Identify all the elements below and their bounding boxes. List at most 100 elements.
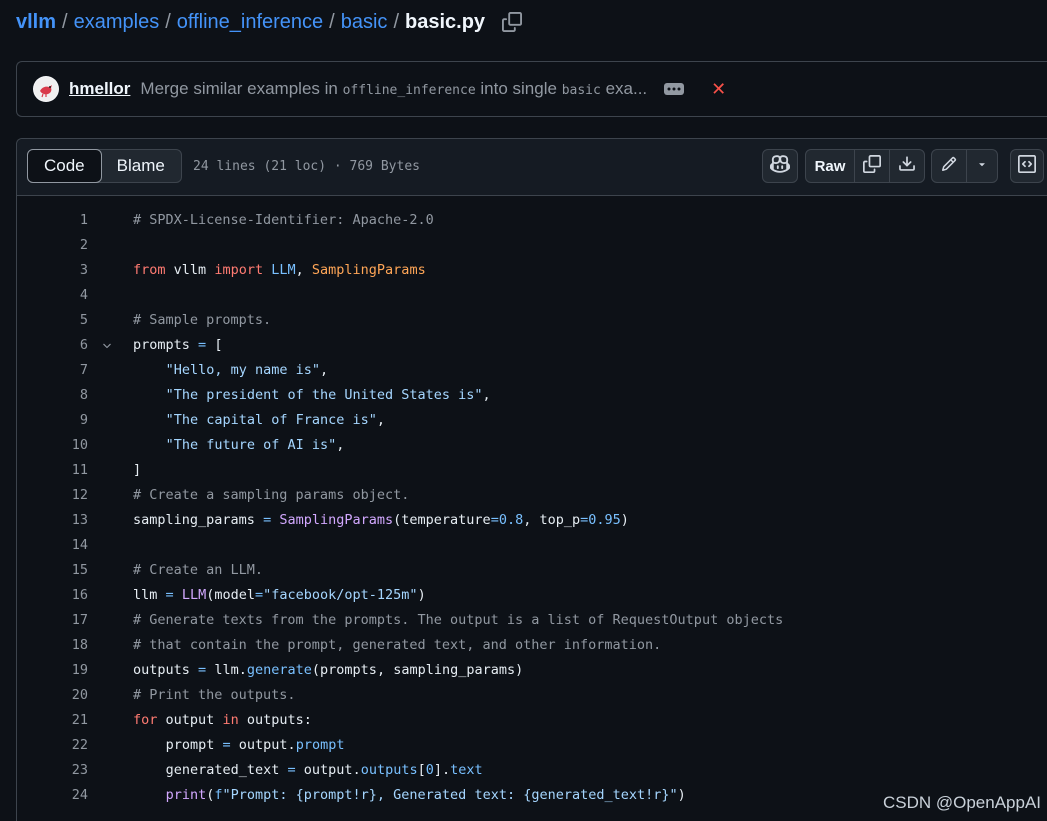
code-text: # Print the outputs. bbox=[133, 687, 296, 703]
commit-message-code: basic bbox=[561, 83, 601, 98]
line-number[interactable]: 14 bbox=[17, 533, 88, 558]
code-line: 4 bbox=[17, 283, 1047, 308]
code-text: generated_text = output.outputs[0].text bbox=[165, 762, 483, 778]
edit-group bbox=[931, 149, 998, 183]
code-line: 22 prompt = output.prompt bbox=[17, 733, 1047, 758]
download-button[interactable] bbox=[890, 150, 924, 182]
code-line: 7 "Hello, my name is", bbox=[17, 358, 1047, 383]
code-line: 17 # Generate texts from the prompts. The… bbox=[17, 608, 1047, 633]
code-text: from vllm import LLM, SamplingParams bbox=[133, 262, 426, 278]
breadcrumb-basic-link[interactable]: basic bbox=[341, 11, 388, 34]
copy-icon bbox=[863, 154, 881, 178]
code-text: "The president of the United States is", bbox=[165, 387, 491, 403]
copilot-button[interactable] bbox=[762, 149, 798, 183]
code-text: "The capital of France is", bbox=[165, 412, 386, 428]
edit-options-dropdown[interactable] bbox=[967, 150, 997, 182]
line-number[interactable]: 11 bbox=[17, 458, 88, 483]
line-number[interactable]: 6 bbox=[17, 333, 88, 358]
line-number[interactable]: 20 bbox=[17, 683, 88, 708]
commit-message[interactable]: Merge similar examples in offline_infere… bbox=[140, 79, 647, 99]
commit-message-code: offline_inference bbox=[342, 83, 476, 98]
code-text: "Hello, my name is", bbox=[165, 362, 329, 378]
commit-author-link[interactable]: hmellor bbox=[69, 79, 130, 99]
copy-raw-button[interactable] bbox=[855, 150, 890, 182]
file-header: Code Blame 24 lines (21 loc) · 769 Bytes… bbox=[17, 139, 1047, 196]
line-number[interactable]: 3 bbox=[17, 258, 88, 283]
code-text: llm = LLM(model="facebook/opt-125m") bbox=[133, 587, 426, 603]
tab-code[interactable]: Code bbox=[27, 149, 102, 183]
line-number[interactable]: 8 bbox=[17, 383, 88, 408]
line-number[interactable]: 19 bbox=[17, 658, 88, 683]
line-number[interactable]: 22 bbox=[17, 733, 88, 758]
code-text: # that contain the prompt, generated tex… bbox=[133, 637, 662, 653]
line-number[interactable]: 16 bbox=[17, 583, 88, 608]
code-line: 12 # Create a sampling params object. bbox=[17, 483, 1047, 508]
view-mode-toggle: Code Blame bbox=[27, 149, 182, 183]
latest-commit-box: hmellor Merge similar examples in offlin… bbox=[16, 61, 1047, 117]
line-number[interactable]: 21 bbox=[17, 708, 88, 733]
breadcrumb-separator: / bbox=[393, 10, 399, 33]
line-number[interactable]: 7 bbox=[17, 358, 88, 383]
code-line: 1 # SPDX-License-Identifier: Apache-2.0 bbox=[17, 208, 1047, 233]
code-line: 10 "The future of AI is", bbox=[17, 433, 1047, 458]
breadcrumb-separator: / bbox=[329, 10, 335, 33]
line-number[interactable]: 5 bbox=[17, 308, 88, 333]
code-text: # Create an LLM. bbox=[133, 562, 264, 578]
line-number[interactable]: 17 bbox=[17, 608, 88, 633]
avatar[interactable] bbox=[33, 76, 59, 102]
code-text: sampling_params = SamplingParams(tempera… bbox=[133, 512, 629, 528]
code-line: 3 from vllm import LLM, SamplingParams bbox=[17, 258, 1047, 283]
pencil-icon bbox=[941, 156, 957, 177]
breadcrumb-separator: / bbox=[165, 10, 171, 33]
expand-commit-message-button[interactable] bbox=[663, 82, 685, 96]
code-view[interactable]: 1 # SPDX-License-Identifier: Apache-2.0 2 3… bbox=[17, 208, 1047, 808]
triangle-down-icon bbox=[976, 157, 988, 175]
code-text: prompts = [ bbox=[133, 337, 223, 353]
code-line: 21 for output in outputs: bbox=[17, 708, 1047, 733]
chevron-down-icon[interactable] bbox=[101, 333, 115, 358]
raw-button[interactable]: Raw bbox=[806, 150, 855, 182]
code-text: prompt = output.prompt bbox=[165, 737, 345, 753]
code-line: 15 # Create an LLM. bbox=[17, 558, 1047, 583]
breadcrumb-examples-link[interactable]: examples bbox=[74, 11, 160, 34]
code-line: 9 "The capital of France is", bbox=[17, 408, 1047, 433]
line-number[interactable]: 23 bbox=[17, 758, 88, 783]
download-icon bbox=[898, 155, 916, 178]
code-line: 16 llm = LLM(model="facebook/opt-125m") bbox=[17, 583, 1047, 608]
code-line: 23 generated_text = output.outputs[0].te… bbox=[17, 758, 1047, 783]
code-text: print(f"Prompt: {prompt!r}, Generated te… bbox=[165, 787, 686, 803]
code-line: 19 outputs = llm.generate(prompts, sampli… bbox=[17, 658, 1047, 683]
edit-file-button[interactable] bbox=[932, 150, 967, 182]
line-number[interactable]: 9 bbox=[17, 408, 88, 433]
breadcrumb-repo-link[interactable]: vllm bbox=[16, 11, 56, 34]
code-text: for output in outputs: bbox=[133, 712, 312, 728]
line-number[interactable]: 12 bbox=[17, 483, 88, 508]
line-number[interactable]: 2 bbox=[17, 233, 88, 258]
line-number[interactable]: 15 bbox=[17, 558, 88, 583]
line-number[interactable]: 24 bbox=[17, 783, 88, 808]
line-number[interactable]: 18 bbox=[17, 633, 88, 658]
line-number[interactable]: 4 bbox=[17, 283, 88, 308]
code-text: # SPDX-License-Identifier: Apache-2.0 bbox=[133, 212, 434, 228]
raw-copy-download-group: Raw bbox=[805, 149, 925, 183]
copy-path-icon[interactable] bbox=[501, 11, 523, 33]
tab-blame[interactable]: Blame bbox=[101, 150, 181, 182]
code-line: 2 bbox=[17, 233, 1047, 258]
commit-message-start: Merge similar examples in bbox=[140, 79, 338, 98]
line-number[interactable]: 13 bbox=[17, 508, 88, 533]
code-text: # Sample prompts. bbox=[133, 312, 272, 328]
breadcrumb-offline-inference-link[interactable]: offline_inference bbox=[177, 11, 323, 34]
failed-status-x-icon[interactable]: ✕ bbox=[711, 79, 726, 100]
code-line: 18 # that contain the prompt, generated t… bbox=[17, 633, 1047, 658]
symbols-panel-button[interactable] bbox=[1010, 149, 1044, 183]
watermark: CSDN @OpenAppAI bbox=[882, 793, 1041, 812]
code-text: "The future of AI is", bbox=[165, 437, 345, 453]
code-line: 5 # Sample prompts. bbox=[17, 308, 1047, 333]
breadcrumb-current-file: basic.py bbox=[405, 10, 486, 33]
line-number[interactable]: 1 bbox=[17, 208, 88, 233]
code-line: 8 "The president of the United States is… bbox=[17, 383, 1047, 408]
line-number[interactable]: 10 bbox=[17, 433, 88, 458]
file-viewer: Code Blame 24 lines (21 loc) · 769 Bytes… bbox=[16, 138, 1047, 821]
breadcrumb-separator: / bbox=[62, 10, 68, 33]
code-line: 6 prompts = [ bbox=[17, 333, 1047, 358]
